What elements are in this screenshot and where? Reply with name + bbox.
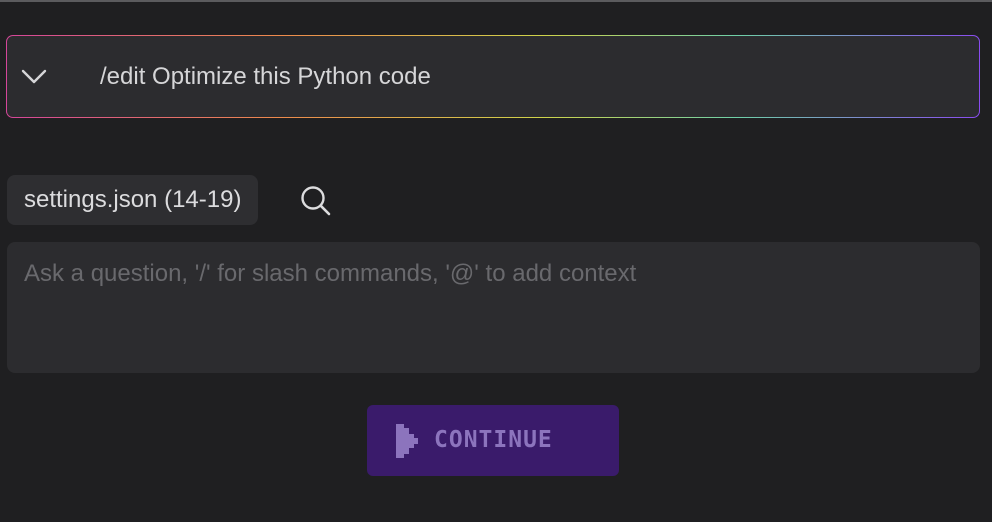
ask-question-input[interactable] bbox=[7, 242, 980, 373]
command-box-inner: /edit Optimize this Python code bbox=[7, 36, 979, 117]
context-chip[interactable]: settings.json (14-19) bbox=[7, 175, 259, 225]
continue-button[interactable]: CONTINUE bbox=[367, 405, 619, 476]
play-icon bbox=[396, 424, 418, 458]
continue-label: CONTINUE bbox=[434, 427, 553, 453]
command-text: /edit Optimize this Python code bbox=[100, 63, 431, 90]
chevron-down-icon[interactable] bbox=[20, 64, 48, 88]
command-box[interactable]: /edit Optimize this Python code bbox=[6, 35, 980, 118]
search-icon[interactable] bbox=[298, 183, 334, 219]
top-divider bbox=[0, 0, 992, 2]
